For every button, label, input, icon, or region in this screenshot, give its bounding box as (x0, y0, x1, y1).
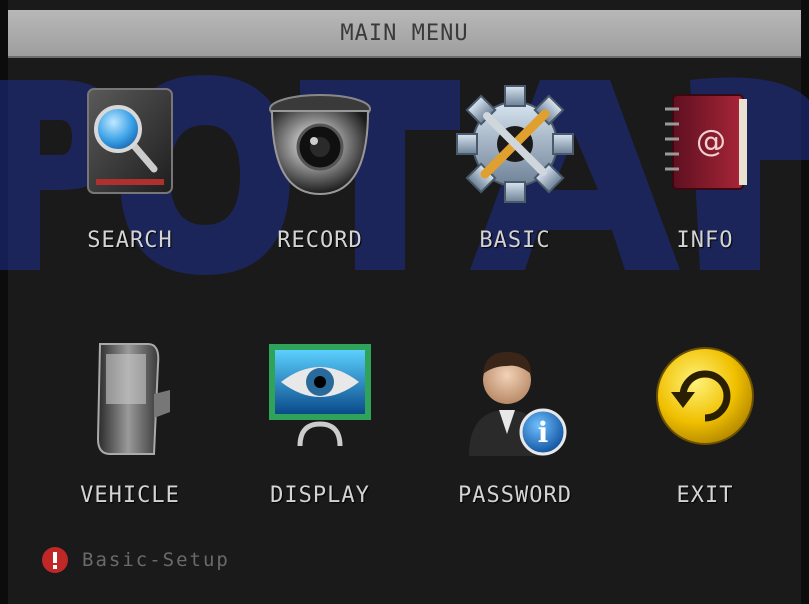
menu-item-basic[interactable]: BASIC (420, 70, 610, 280)
menu-item-label: SEARCH (87, 228, 173, 253)
svg-text:i: i (538, 416, 549, 449)
vehicle-seat-icon (60, 329, 200, 469)
menu-item-label: EXIT (676, 483, 734, 508)
menu-item-exit[interactable]: EXIT (610, 325, 800, 535)
search-drive-icon (60, 74, 200, 214)
gear-tools-icon (445, 74, 585, 214)
title-bar: MAIN MENU (8, 10, 801, 58)
address-book-icon: @ (635, 74, 775, 214)
menu-item-record[interactable]: RECORD (225, 70, 415, 280)
exit-refresh-icon (635, 329, 775, 469)
alert-icon (42, 547, 68, 573)
menu-item-label: VEHICLE (80, 483, 180, 508)
menu-item-display[interactable]: DISPLAY (225, 325, 415, 535)
eye-monitor-icon (250, 329, 390, 469)
dome-camera-icon (250, 74, 390, 214)
menu-item-label: DISPLAY (270, 483, 370, 508)
menu-item-info[interactable]: @ INFO (610, 70, 800, 280)
menu-item-vehicle[interactable]: VEHICLE (35, 325, 225, 535)
menu-item-label: INFO (676, 228, 734, 253)
menu-item-password[interactable]: i PASSWORD (420, 325, 610, 535)
page-title: MAIN MENU (340, 20, 469, 46)
status-line: Basic-Setup (40, 545, 230, 575)
status-text: Basic-Setup (82, 549, 230, 571)
svg-text:@: @ (696, 124, 726, 159)
menu-item-label: RECORD (277, 228, 363, 253)
user-info-icon: i (445, 329, 585, 469)
menu-grid: SEARCH RECORD BASIC @ INFO VEHICLE DISPL… (20, 70, 789, 530)
dvr-main-menu-screen: MAIN MENU SEARCH RECORD BASIC @ INFO VEH… (0, 0, 809, 604)
menu-item-label: BASIC (479, 228, 551, 253)
menu-item-label: PASSWORD (458, 483, 572, 508)
menu-item-search[interactable]: SEARCH (35, 70, 225, 280)
